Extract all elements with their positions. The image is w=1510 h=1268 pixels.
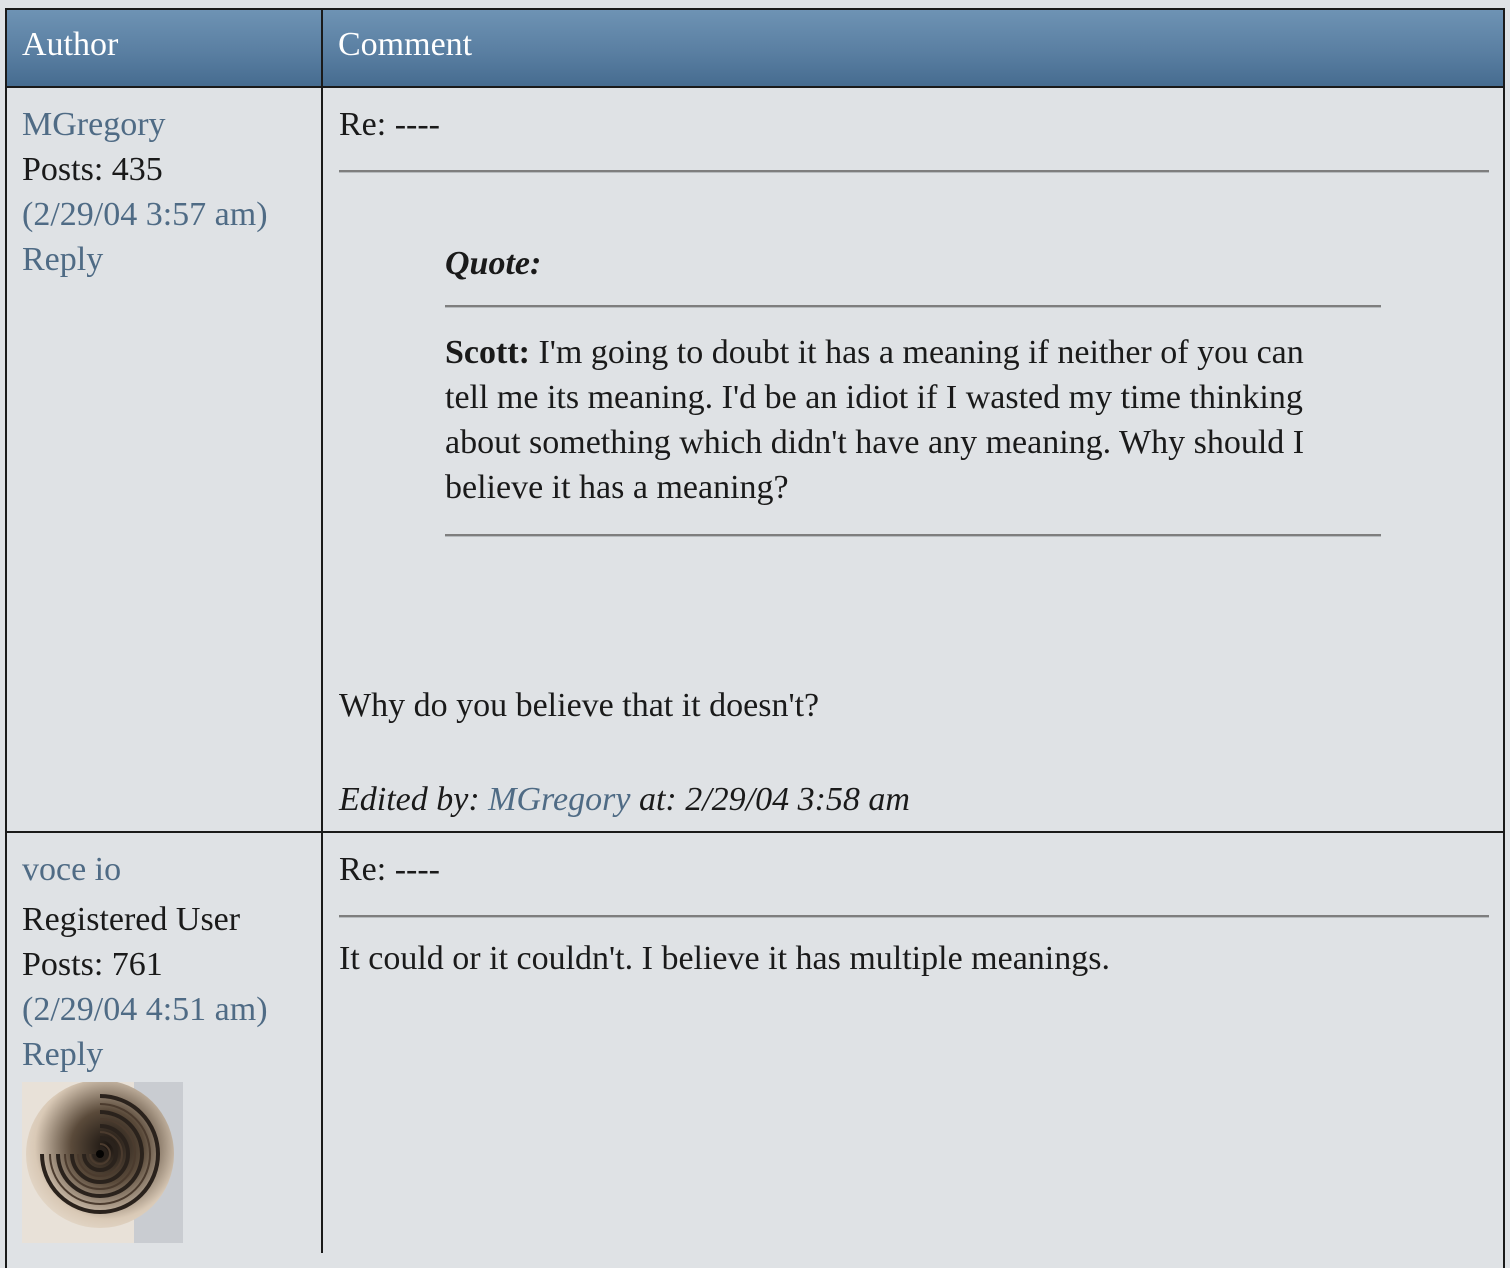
- post-row: MGregory Posts: 435 (2/29/04 3:57 am) Re…: [7, 88, 1503, 833]
- quote-body: I'm going to doubt it has a meaning if n…: [445, 334, 1305, 506]
- quote-block: Quote: Scott: I'm going to doubt it has …: [445, 241, 1381, 537]
- author-link[interactable]: MGregory: [22, 106, 166, 143]
- divider: [339, 170, 1489, 173]
- reply-link[interactable]: Reply: [22, 1036, 103, 1073]
- comment-column-header: Comment: [338, 26, 473, 63]
- quote-divider-top: [445, 305, 1381, 308]
- quote-divider-bottom: [445, 534, 1381, 537]
- edited-suffix: at: 2/29/04 3:58 am: [630, 781, 910, 818]
- post-body: It could or it couldn't. I believe it ha…: [339, 940, 1110, 977]
- author-link[interactable]: voce io: [22, 851, 121, 888]
- author-cell: voce io Registered User Posts: 761 (2/29…: [7, 833, 323, 1253]
- post-row: voce io Registered User Posts: 761 (2/29…: [7, 833, 1503, 1253]
- post-date-link[interactable]: (2/29/04 3:57 am): [22, 196, 268, 233]
- quote-text: Scott: I'm going to doubt it has a meani…: [445, 330, 1381, 510]
- author-cell: MGregory Posts: 435 (2/29/04 3:57 am) Re…: [7, 88, 323, 831]
- edited-note: Edited by: MGregory at: 2/29/04 3:58 am: [339, 777, 1489, 822]
- post-body: Why do you believe that it doesn't?: [339, 687, 820, 724]
- post-count: Posts: 435: [22, 151, 163, 188]
- reply-link[interactable]: Reply: [22, 241, 103, 278]
- post-date-link[interactable]: (2/29/04 4:51 am): [22, 991, 268, 1028]
- post-subject: Re: ----: [339, 851, 441, 888]
- comment-cell: Re: ---- Quote: Scott: I'm going to doub…: [323, 88, 1503, 831]
- spiral-staircase-avatar: [22, 1082, 183, 1243]
- post-count: Posts: 761: [22, 946, 163, 983]
- divider: [339, 915, 1489, 918]
- user-role: Registered User: [22, 901, 241, 938]
- table-header: Author Comment: [7, 10, 1503, 88]
- forum-thread-table: Author Comment MGregory Posts: 435 (2/29…: [5, 8, 1505, 1268]
- edited-user-link[interactable]: MGregory: [488, 781, 630, 818]
- quote-speaker: Scott:: [445, 334, 530, 371]
- edited-prefix: Edited by:: [339, 781, 489, 818]
- comment-cell: Re: ---- It could or it couldn't. I beli…: [323, 833, 1503, 1253]
- author-column-header: Author: [7, 10, 323, 86]
- quote-label: Quote:: [445, 245, 542, 282]
- post-subject: Re: ----: [339, 106, 441, 143]
